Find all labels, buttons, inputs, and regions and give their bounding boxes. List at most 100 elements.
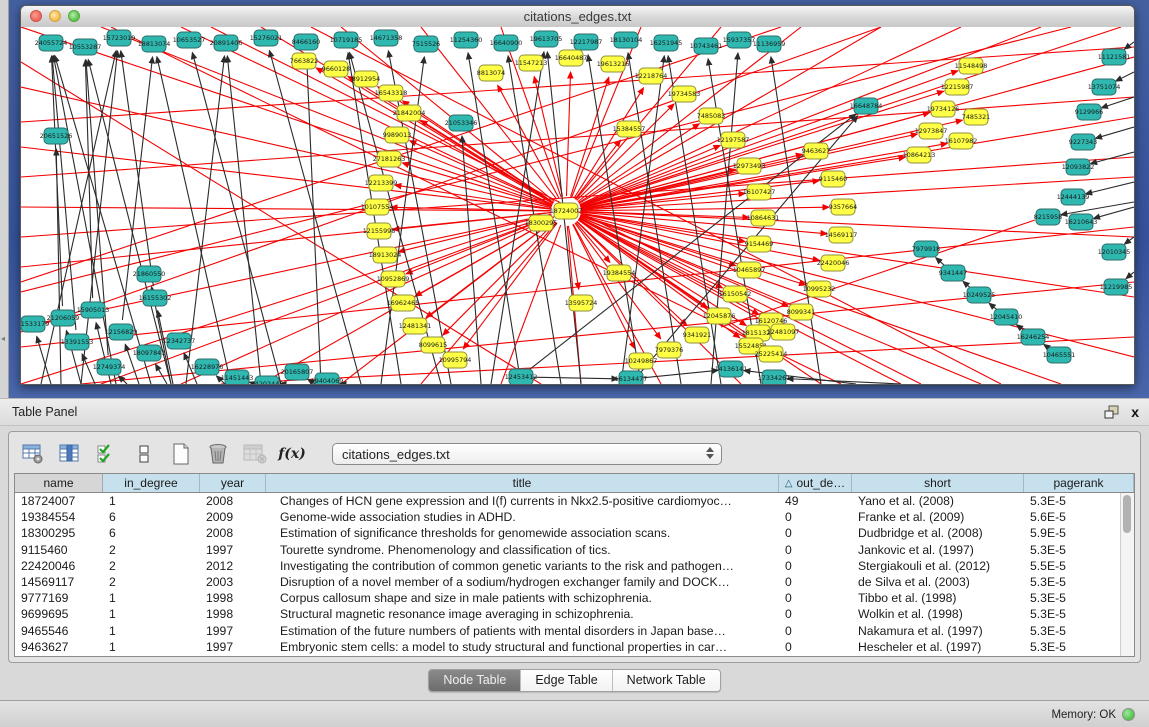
graph-node[interactable]: 7979918	[912, 241, 940, 257]
citation-edge-red[interactable]	[501, 27, 561, 197]
graph-node[interactable]: 10107554	[361, 199, 394, 215]
citation-edge-black[interactable]	[787, 379, 901, 384]
table-row[interactable]: 1938455462009Genome-wide association stu…	[15, 509, 1134, 525]
graph-node[interactable]: 10864631	[747, 210, 780, 226]
citation-edge-black[interactable]	[349, 53, 441, 384]
graph-node[interactable]: 16962465	[387, 295, 420, 311]
graph-node[interactable]: 12481097	[767, 324, 800, 340]
create-column-icon[interactable]	[168, 441, 194, 467]
citation-edge-black[interactable]	[468, 53, 521, 384]
citation-edge-black[interactable]	[1086, 182, 1134, 194]
delete-column-icon[interactable]	[205, 441, 231, 467]
graph-node[interactable]: 16107427	[743, 184, 776, 200]
graph-node[interactable]: 16251945	[650, 35, 683, 51]
graph-node[interactable]: 16107982	[945, 133, 978, 149]
graph-node[interactable]: 27181263	[373, 151, 406, 167]
graph-node[interactable]: 15384557	[613, 121, 646, 137]
graph-node[interactable]: 11548498	[955, 58, 988, 74]
graph-node[interactable]: 13391553	[61, 334, 94, 350]
graph-node[interactable]: 12444139	[1057, 189, 1090, 205]
graph-node[interactable]: 12749374	[93, 359, 126, 375]
tab-node-table[interactable]: Node Table	[429, 670, 521, 691]
graph-node[interactable]: 15723019	[103, 30, 136, 46]
graph-node[interactable]: 10249525	[963, 287, 996, 303]
graph-node[interactable]: 12973493	[733, 158, 766, 174]
graph-node[interactable]: 10864213	[903, 147, 936, 163]
graph-node[interactable]: 11219985	[1100, 279, 1133, 295]
citation-edge-black[interactable]	[156, 364, 167, 384]
graph-node[interactable]: 10465897	[733, 262, 766, 278]
graph-node[interactable]: 12155998	[363, 223, 396, 239]
graph-node[interactable]: 13595724	[565, 295, 598, 311]
table-row[interactable]: 2242004622012Investigating the contribut…	[15, 558, 1134, 574]
column-header-short[interactable]: short	[852, 474, 1024, 492]
table-row[interactable]: 1830029562008Estimation of significance …	[15, 525, 1134, 541]
graph-node[interactable]: 12197587	[717, 132, 750, 148]
graph-node[interactable]: 16228976	[191, 359, 224, 375]
column-header-name[interactable]: name	[15, 474, 103, 492]
table-row[interactable]: 977716911998Corpus callosum shape and si…	[15, 590, 1134, 606]
graph-node[interactable]: 19613216	[597, 56, 630, 72]
graph-node[interactable]: 21053346	[445, 115, 478, 131]
delete-table-icon[interactable]	[242, 441, 268, 467]
graph-node[interactable]: 12973847	[915, 123, 948, 139]
graph-node[interactable]: 10719185	[330, 32, 363, 48]
graph-node[interactable]: 12217987	[570, 34, 603, 50]
graph-node[interactable]: 20651526	[40, 128, 73, 144]
graph-node[interactable]: 14569117	[825, 227, 858, 243]
graph-node[interactable]: 12342737	[163, 333, 196, 349]
graph-node[interactable]: 14136141	[715, 361, 748, 377]
close-icon[interactable]: x	[1131, 399, 1139, 425]
close-window-icon[interactable]	[30, 10, 42, 22]
table-row[interactable]: 946554611997Estimation of the future num…	[15, 623, 1134, 639]
graph-node[interactable]: 16246254	[1017, 329, 1050, 345]
graph-node[interactable]: 16543318	[375, 85, 408, 101]
graph-node[interactable]: 12213399	[365, 175, 398, 191]
show-columns-icon[interactable]	[57, 441, 83, 467]
citation-edge-black[interactable]	[963, 281, 970, 287]
citation-edge-black[interactable]	[936, 258, 944, 265]
graph-node[interactable]: 18813074	[138, 36, 171, 52]
zoom-window-icon[interactable]	[68, 10, 80, 22]
graph-node[interactable]: 8215958	[1034, 209, 1062, 225]
graph-node[interactable]: 18097841	[133, 345, 166, 361]
graph-node[interactable]: 17334261	[758, 370, 791, 384]
graph-node[interactable]: 7515526	[412, 36, 440, 52]
network-window-titlebar[interactable]: citations_edges.txt	[21, 6, 1134, 28]
graph-node[interactable]: 11136959	[753, 36, 786, 52]
graph-node[interactable]: 8099615	[419, 337, 447, 353]
graph-node[interactable]: 16648784	[850, 98, 883, 114]
graph-node[interactable]: 9341447	[939, 265, 967, 281]
graph-node[interactable]: 18724007	[550, 203, 583, 219]
graph-node[interactable]: 7663822	[290, 53, 318, 69]
graph-node[interactable]: 16155302	[139, 290, 172, 306]
citation-edge-red[interactable]	[501, 225, 561, 384]
citation-edge-black[interactable]	[348, 53, 401, 384]
column-header-pagerank[interactable]: pagerank	[1024, 474, 1134, 492]
column-header-in_degree[interactable]: in_degree	[103, 474, 200, 492]
graph-node[interactable]: 8813074	[477, 65, 505, 81]
graph-node[interactable]: 18300295	[525, 215, 558, 231]
graph-node[interactable]: 13751074	[1088, 79, 1121, 95]
citation-edge-black[interactable]	[1124, 237, 1134, 244]
graph-node[interactable]: 24202448	[251, 376, 284, 384]
citation-edge-red[interactable]	[21, 227, 1134, 347]
graph-node[interactable]: 10249867	[625, 353, 658, 369]
graph-node[interactable]: 11254360	[450, 32, 483, 48]
graph-node[interactable]: 9357664	[829, 199, 857, 215]
citation-edge-black[interactable]	[1124, 42, 1134, 49]
graph-node[interactable]: 20165807	[281, 364, 314, 380]
graph-node[interactable]: 19613705	[530, 31, 563, 47]
graph-node[interactable]: 19734126	[927, 101, 960, 117]
graph-node[interactable]: 12010345	[1098, 244, 1131, 260]
graph-node[interactable]: 19734583	[668, 86, 701, 102]
citation-edge-black[interactable]	[186, 56, 224, 384]
citation-edge-red[interactable]	[21, 27, 881, 332]
graph-node[interactable]: 10553287	[69, 39, 102, 55]
graph-node[interactable]: 12045876	[703, 308, 736, 324]
table-row[interactable]: 969969511998Structural magnetic resonanc…	[15, 606, 1134, 622]
column-header-title[interactable]: title	[266, 474, 779, 492]
graph-node[interactable]: 12156829	[105, 324, 138, 340]
table-row[interactable]: 1456911722003Disruption of a novel membe…	[15, 574, 1134, 590]
citation-edge-black[interactable]	[989, 303, 997, 309]
